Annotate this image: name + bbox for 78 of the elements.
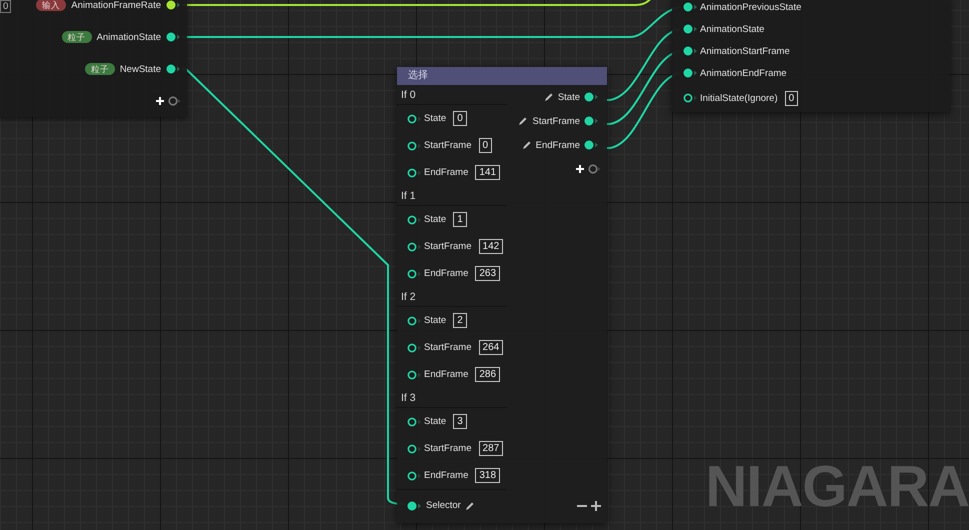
pin-label: AnimationEndFrame: [700, 68, 787, 78]
pin-label: State: [558, 92, 580, 102]
pin-icon[interactable]: [407, 242, 422, 252]
pin-icon[interactable]: [683, 93, 698, 103]
pin-icon[interactable]: [407, 140, 422, 150]
value-field[interactable]: 287: [478, 441, 504, 456]
value-field[interactable]: 0: [453, 111, 467, 126]
pin-icon[interactable]: [166, 0, 181, 10]
pin-label: State: [424, 416, 446, 427]
case-header: If 2: [397, 287, 507, 307]
pin-icon[interactable]: [407, 444, 422, 454]
value-field[interactable]: 142: [478, 239, 504, 254]
pin-icon[interactable]: [407, 342, 422, 352]
graph-type-label: NIAGARA: [705, 458, 969, 516]
pin-icon[interactable]: [584, 140, 599, 150]
pin-label: EndFrame: [424, 167, 468, 178]
value-field[interactable]: 318: [475, 468, 500, 483]
pin-label: InitialState(Ignore): [700, 92, 778, 104]
pin-label: EndFrame: [536, 140, 580, 150]
pin-label: EndFrame: [424, 369, 468, 380]
pencil-icon[interactable]: [464, 500, 475, 510]
pin-label: NewState: [120, 64, 161, 74]
pin-label: AnimationState: [96, 32, 161, 42]
value-field[interactable]: 141: [475, 165, 500, 180]
case-header: If 3: [397, 388, 507, 408]
value-field[interactable]: 1: [453, 212, 467, 227]
pin-icon[interactable]: [683, 68, 698, 78]
pin-icon[interactable]: [407, 500, 422, 510]
pin-icon[interactable]: [407, 114, 422, 124]
pencil-icon[interactable]: [522, 140, 532, 150]
pin-label: StartFrame: [424, 241, 472, 252]
pin-icon[interactable]: [584, 92, 599, 102]
pin-icon[interactable]: [407, 370, 422, 380]
plus-icon[interactable]: [591, 501, 601, 511]
add-pin-icon[interactable]: [575, 164, 601, 174]
pin-icon[interactable]: [407, 168, 422, 178]
value-field[interactable]: 264: [478, 340, 504, 355]
add-pin-icon[interactable]: [155, 96, 181, 106]
value-field[interactable]: 0: [0, 0, 12, 13]
pin-label: State: [424, 113, 446, 124]
pin-label: AnimationState: [700, 24, 764, 34]
pin-label: AnimationPreviousState: [700, 2, 802, 12]
pin-label: StartFrame: [424, 140, 472, 151]
pin-icon[interactable]: [683, 46, 698, 56]
pin-label: StartFrame: [424, 342, 472, 353]
pin-label: AnimationStartFrame: [700, 46, 790, 56]
node-title: 选择: [397, 67, 607, 85]
pin-icon[interactable]: [407, 416, 422, 426]
value-field[interactable]: 3: [453, 414, 467, 429]
pin-icon[interactable]: [407, 470, 422, 480]
value-field[interactable]: 0: [478, 138, 492, 153]
pin-icon[interactable]: [584, 116, 599, 126]
pin-label: EndFrame: [424, 470, 468, 481]
pin-icon[interactable]: [166, 64, 181, 74]
namespace-tag: 粒子: [84, 63, 115, 75]
pin-icon[interactable]: [407, 214, 422, 224]
value-field[interactable]: 263: [475, 266, 500, 281]
pin-label: State: [424, 214, 446, 225]
value-field[interactable]: 2: [453, 313, 467, 328]
pin-icon[interactable]: [166, 32, 181, 42]
pin-label: StartFrame: [424, 443, 472, 454]
case-header: If 0: [397, 85, 507, 105]
pin-icon[interactable]: [407, 316, 422, 326]
pin-icon[interactable]: [683, 24, 698, 34]
case-header: If 1: [397, 186, 507, 206]
pin-icon[interactable]: [683, 2, 698, 12]
pin-label: EndFrame: [424, 268, 468, 279]
value-field[interactable]: 286: [475, 367, 500, 382]
pencil-icon[interactable]: [544, 92, 554, 102]
pin-label: Selector: [426, 500, 461, 511]
value-field[interactable]: 0: [784, 90, 798, 106]
pin-icon[interactable]: [407, 268, 422, 278]
pin-label: AnimationFrameRate: [71, 0, 161, 10]
pin-label: State: [424, 315, 446, 326]
pin-label: StartFrame: [532, 116, 580, 126]
namespace-tag: 输入: [36, 0, 66, 11]
namespace-tag: 粒子: [62, 31, 92, 43]
pencil-icon[interactable]: [518, 116, 528, 126]
